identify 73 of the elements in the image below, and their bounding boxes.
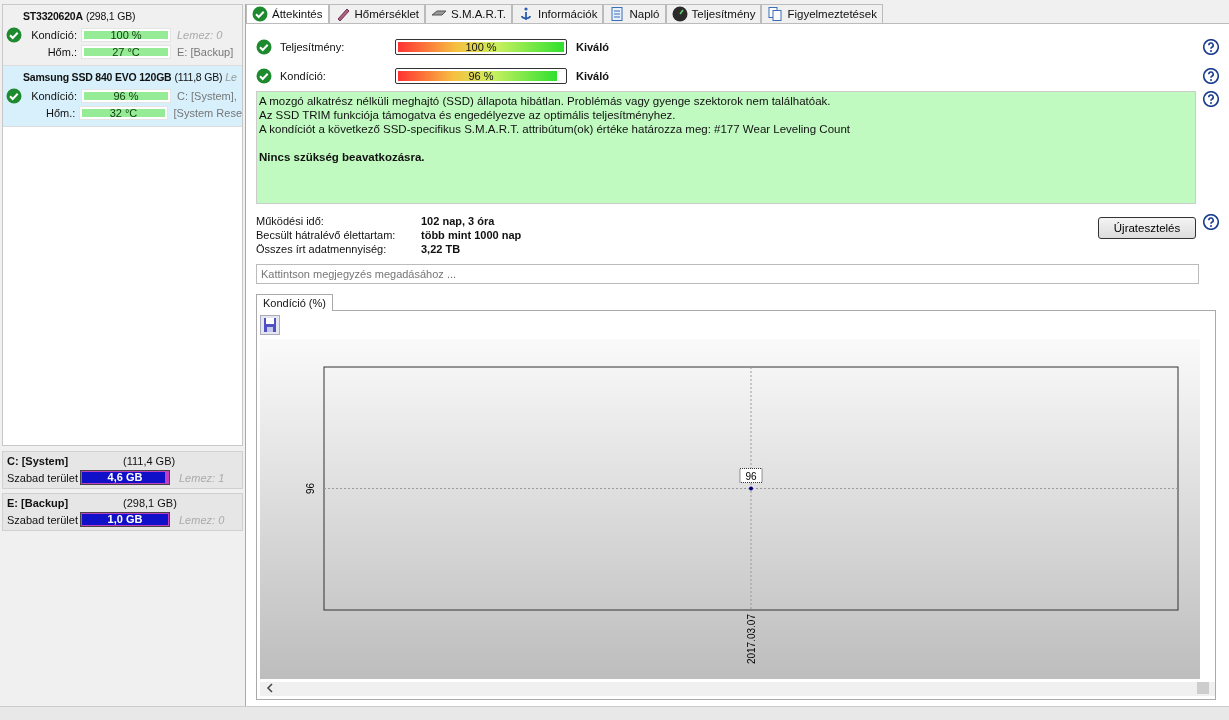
disk-card[interactable]: ST3320620A (298,1 GB) Kondíció: 100 % Lemez: 0 Hőm.: 27 °C E: [Backup] (3, 5, 242, 66)
metric-label: Teljesítmény: (279, 40, 346, 53)
status-text: A kondíciót a következő SSD-specifikus S.M.A.R.T. attribútum(ok) értéke határozza meg: #177 Wear Leveling Count (259, 122, 852, 136)
free-space-value: 1,0 GB (106, 513, 144, 525)
detail-value: 3,22 TB (421, 242, 461, 256)
check-icon (252, 6, 268, 22)
save-icon (260, 315, 280, 335)
tab[interactable]: Napló (603, 4, 666, 23)
disk-detail: [System Rese (173, 106, 242, 119)
document-icon (609, 6, 626, 22)
status-text: Az SSD TRIM funkciója támogatva és engedélyezve az optimális teljesítményhez. (259, 108, 677, 122)
disk-detail: C: [System], (177, 89, 237, 102)
tab[interactable]: Információk (512, 4, 604, 23)
free-space-value: 4,6 GB (106, 471, 144, 483)
metric-label: Kondíció: (30, 89, 78, 102)
disk-detail: E: [Backup] (177, 45, 234, 58)
help-icon (1203, 214, 1219, 230)
detail-value: 102 nap, 3 óra (421, 214, 495, 228)
metric-label: Hőm.: (46, 45, 78, 58)
detail-label: Működési idő: (256, 214, 325, 228)
help-icon (1203, 67, 1219, 84)
detail-label: Becsült hátralévő élettartam: (256, 228, 397, 242)
y-axis-label: 96 (305, 482, 316, 495)
disk-detail: Lemez: 0 (177, 28, 223, 41)
anchor-icon (518, 6, 534, 22)
disk-name: ST3320620A (23, 10, 83, 22)
metric-label: Kondíció: (279, 69, 327, 82)
health-rating: Kiváló (576, 40, 609, 53)
disk-note: Le (225, 71, 237, 83)
metric-label: Kondíció: (30, 28, 78, 41)
retest-button[interactable]: Újratesztelés (1098, 217, 1196, 239)
detail-label: Összes írt adatmennyiség: (256, 242, 388, 256)
metric-label: Hőm.: (45, 106, 77, 119)
scroll-right-icon (1197, 682, 1209, 694)
detail-value: több mint 1000 nap (421, 228, 522, 242)
disk-name: Samsung SSD 840 EVO 120GB (23, 71, 172, 83)
data-point (749, 486, 753, 491)
horizontal-scrollbar[interactable] (260, 682, 1215, 696)
health-rating: Kiváló (576, 69, 609, 82)
disk-size: (111,8 GB) (174, 71, 223, 83)
status-conclusion: Nincs szükség beavatkozásra. (259, 150, 426, 164)
level-value: 27 °C (111, 45, 141, 58)
health-value: 100 % (464, 39, 498, 54)
volume-card[interactable]: E: [Backup] (298,1 GB) Szabad terület 1,0 GB Lemez: 0 (2, 493, 243, 531)
status-text: A mozgó alkatrész nélküli meghajtó (SSD) állapota hibátlan. Problémás vagy gyenge szektorok nem találhatóak. (259, 94, 832, 108)
level-value: 100 % (109, 28, 143, 41)
health-value: 96 % (467, 68, 495, 83)
tab[interactable]: Áttekintés (246, 4, 329, 23)
pages-icon (767, 6, 784, 22)
note-field[interactable]: Kattintson megjegyzés megadásához ... (256, 264, 1199, 284)
tab[interactable]: Figyelmeztetések (761, 4, 883, 23)
tab[interactable]: Teljesítmény (665, 4, 762, 23)
volume-size: (298,1 GB) (123, 497, 177, 509)
level-value: 32 °C (108, 106, 139, 119)
help-icon (1203, 91, 1219, 107)
tab[interactable]: S.M.A.R.T. (425, 4, 512, 23)
volume-name: C: [System] (7, 455, 70, 467)
scroll-left-icon (266, 683, 274, 693)
volume-card[interactable]: C: [System] (111,4 GB) Szabad terület 4,6 GB Lemez: 1 (2, 451, 243, 489)
level-value: 96 % (112, 89, 140, 102)
help-icon (1203, 38, 1219, 55)
data-label-frame (739, 468, 763, 483)
disk-index: Lemez: 1 (179, 471, 225, 484)
chart-tab[interactable]: Kondíció (%) (256, 294, 333, 311)
x-axis-label: 2017.03.07 (746, 614, 757, 665)
volume-size: (111,4 GB) (123, 455, 176, 467)
disk-card[interactable]: Samsung SSD 840 EVO 120GB (111,8 GB) Le Kondíció: 96 % C: [System], Hőm.: 32 °C [System Rese (3, 66, 242, 127)
tab[interactable]: Hőmérséklet (328, 4, 426, 23)
gauge-icon (671, 6, 688, 22)
volume-name: E: [Backup] (7, 497, 70, 509)
disk-index: Lemez: 0 (179, 513, 225, 526)
disk-size: (298,1 GB) (85, 10, 136, 22)
data-label: 96 (745, 470, 757, 482)
